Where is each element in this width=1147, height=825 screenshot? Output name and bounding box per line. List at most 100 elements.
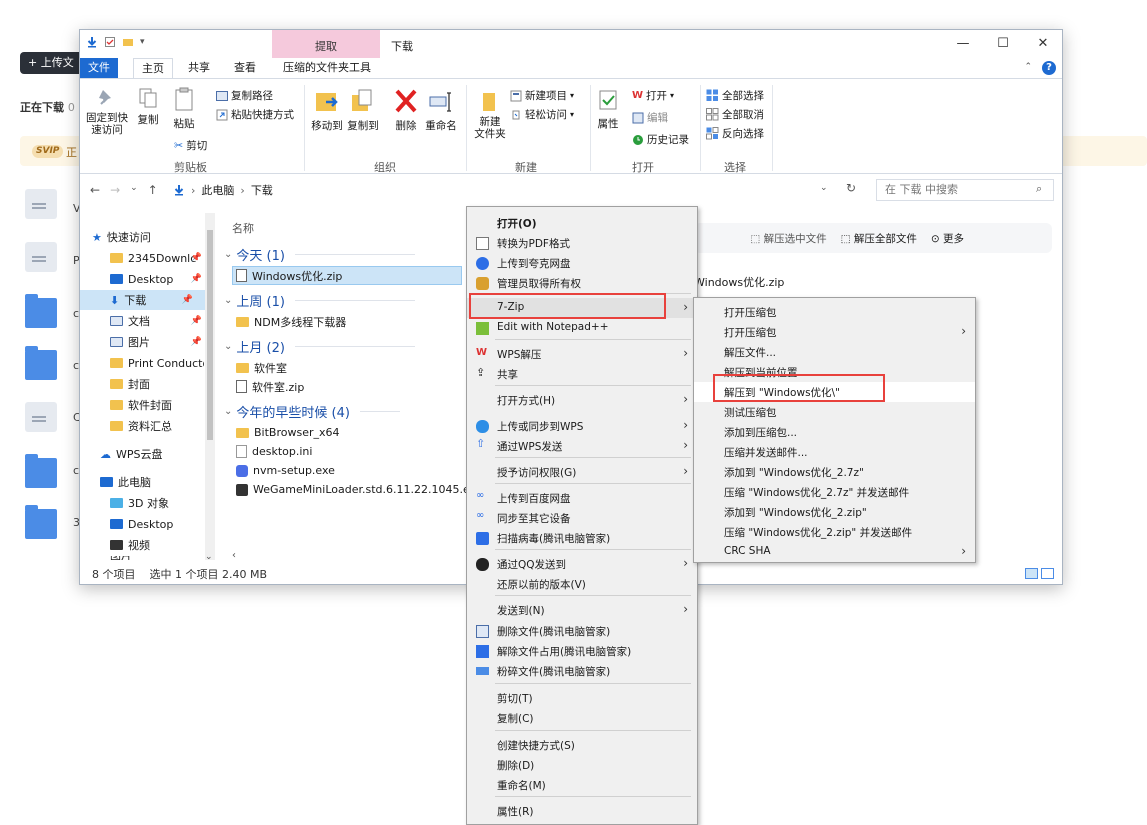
delete-button[interactable]: 删除	[392, 87, 420, 133]
file-item[interactable]: 软件室	[236, 358, 287, 377]
file-item[interactable]: NDM多线程下载器	[236, 312, 346, 331]
open-button[interactable]: W 打开 ▾	[632, 88, 674, 103]
extract-selected-button[interactable]: ⬚ 解压选中文件	[750, 231, 826, 246]
context-menu-item[interactable]: Edit with Notepad++	[467, 318, 697, 338]
submenu-item[interactable]: 解压到当前位置	[694, 362, 975, 382]
nav-pictures-pc[interactable]: 图片	[110, 556, 215, 560]
context-menu-item[interactable]: 扫描病毒(腾讯电脑管家)	[467, 528, 697, 548]
close-button[interactable]: ✕	[1028, 34, 1058, 54]
context-menu-item[interactable]: 管理员取得所有权	[467, 273, 697, 293]
context-menu-item[interactable]: 重命名(M)	[467, 775, 697, 795]
select-none-button[interactable]: 全部取消	[706, 107, 764, 122]
address-field[interactable]: › 此电脑 › 下载	[172, 179, 844, 201]
search-icon[interactable]: ⌕	[1036, 182, 1042, 196]
context-menu-item[interactable]: 7-Zip ›	[467, 298, 697, 318]
nav-wps-cloud[interactable]: ☁ WPS云盘	[100, 444, 215, 464]
context-menu-item[interactable]: 剪切(T)	[467, 688, 697, 708]
file-item[interactable]: 软件室.zip	[236, 377, 304, 396]
nav-item[interactable]: 2345Downlc 📌	[110, 248, 204, 268]
details-view-icon[interactable]	[1025, 568, 1038, 579]
file-item[interactable]: desktop.ini	[236, 442, 312, 461]
context-menu-item[interactable]: 上传或同步到WPS ›	[467, 416, 697, 436]
up-button[interactable]: ↑	[148, 183, 158, 197]
group-header-last-week[interactable]: ⌄ 上周 (1)	[224, 291, 415, 310]
group-header-last-month[interactable]: ⌄ 上月 (2)	[224, 337, 415, 356]
column-header-name[interactable]: 名称	[232, 220, 254, 236]
context-menu-item[interactable]: ⇧ 通过WPS发送 ›	[467, 436, 697, 456]
maximize-button[interactable]: ☐	[988, 34, 1018, 54]
recent-locations-button[interactable]: ⌄	[130, 183, 138, 197]
nav-item[interactable]: 封面	[110, 374, 204, 394]
nav-desktop[interactable]: Desktop	[110, 514, 215, 534]
address-dropdown-icon[interactable]: ⌄	[820, 183, 828, 193]
nav-scrollbar-thumb[interactable]	[207, 230, 213, 440]
context-menu-item[interactable]: 打开(O)	[467, 213, 697, 233]
context-menu-item[interactable]: 还原以前的版本(V)	[467, 574, 697, 594]
copy-path-button[interactable]: 复制路径	[216, 88, 273, 103]
copy-button[interactable]: 复制	[134, 87, 162, 127]
context-menu-item[interactable]: ∞ 同步至其它设备	[467, 508, 697, 528]
submenu-item[interactable]: 压缩并发送邮件...	[694, 442, 975, 462]
context-menu-item[interactable]: 打开方式(H) ›	[467, 390, 697, 410]
download-arrow-icon[interactable]	[86, 36, 98, 48]
nav-quick-access[interactable]: ★ 快速访问	[92, 227, 212, 247]
nav-videos[interactable]: 视频	[110, 535, 215, 555]
submenu-item[interactable]: 解压文件...	[694, 342, 975, 362]
new-item-button[interactable]: 新建项目 ▾	[510, 88, 574, 103]
file-item[interactable]: nvm-setup.exe	[236, 461, 335, 480]
paste-shortcut-button[interactable]: 粘贴快捷方式	[216, 107, 294, 122]
context-menu-item[interactable]: 属性(R)	[467, 801, 697, 821]
context-menu-item[interactable]: 通过QQ发送到 ›	[467, 554, 697, 574]
context-menu-item[interactable]: 上传到夸克网盘	[467, 253, 697, 273]
submenu-item[interactable]: 压缩 "Windows优化_2.zip" 并发送邮件	[694, 522, 975, 542]
search-input[interactable]: 在 下载 中搜索	[876, 179, 1054, 201]
copy-to-button[interactable]: 复制到	[346, 87, 380, 133]
help-icon[interactable]: ?	[1042, 61, 1056, 75]
submenu-item[interactable]: 添加到 "Windows优化_2.zip"	[694, 502, 975, 522]
properties-button[interactable]: 属性	[594, 87, 622, 131]
move-to-button[interactable]: 移动到	[310, 87, 344, 133]
tab-file[interactable]: 文件	[80, 58, 118, 78]
context-menu-item[interactable]: ∞ 上传到百度网盘	[467, 488, 697, 508]
submenu-item[interactable]: 解压到 "Windows优化\"	[694, 382, 975, 402]
submenu-item[interactable]: 打开压缩包	[694, 302, 975, 322]
tab-home[interactable]: 主页	[133, 58, 173, 79]
submenu-item[interactable]: CRC SHA ›	[694, 542, 975, 562]
submenu-item[interactable]: 压缩 "Windows优化_2.7z" 并发送邮件	[694, 482, 975, 502]
nav-this-pc[interactable]: 此电脑	[100, 472, 215, 492]
context-menu-item[interactable]: 发送到(N) ›	[467, 600, 697, 620]
context-menu-item[interactable]: 删除文件(腾讯电脑管家)	[467, 621, 697, 641]
nav-item-desktop[interactable]: Desktop 📌	[110, 269, 204, 289]
cut-button[interactable]: ✂ 剪切	[174, 138, 207, 153]
chevron-down-icon[interactable]: ⌄	[205, 552, 213, 562]
context-menu-item[interactable]: ⇪ 共享	[467, 364, 697, 384]
nav-item[interactable]: 软件封面	[110, 395, 204, 415]
back-button[interactable]: ←	[90, 183, 100, 197]
nav-item-downloads[interactable]: ⬇ 下载 📌	[80, 290, 205, 310]
new-folder-icon[interactable]	[122, 36, 134, 48]
file-item[interactable]: WeGameMiniLoader.std.6.11.22.1045.exe	[236, 480, 470, 499]
edit-button[interactable]: 编辑	[632, 110, 668, 125]
context-menu-item[interactable]: 创建快捷方式(S)	[467, 735, 697, 755]
nav-item-documents[interactable]: 文档 📌	[110, 311, 204, 331]
context-menu-item[interactable]: 删除(D)	[467, 755, 697, 775]
paste-button[interactable]: 粘贴	[170, 87, 198, 131]
large-icons-view-icon[interactable]	[1041, 568, 1054, 579]
submenu-item[interactable]: 添加到 "Windows优化_2.7z"	[694, 462, 975, 482]
context-menu-item[interactable]: 粉碎文件(腾讯电脑管家)	[467, 661, 697, 681]
nav-item[interactable]: 资料汇总	[110, 416, 204, 436]
chevron-down-icon[interactable]: ▾	[140, 37, 145, 47]
group-header-today[interactable]: ⌄ 今天 (1)	[224, 245, 415, 264]
tab-extract[interactable]: 提取	[272, 38, 380, 54]
invert-selection-button[interactable]: 反向选择	[706, 126, 764, 141]
nav-item-pictures[interactable]: 图片 📌	[110, 332, 204, 352]
file-item[interactable]: Windows优化.zip	[232, 266, 462, 285]
collapse-ribbon-icon[interactable]: ⌃	[1024, 62, 1032, 72]
minimize-button[interactable]: —	[948, 34, 978, 54]
history-button[interactable]: 历史记录	[632, 132, 689, 147]
nav-item[interactable]: Print Conducto	[110, 353, 204, 373]
submenu-item[interactable]: 打开压缩包 ›	[694, 322, 975, 342]
context-menu-item[interactable]: 转换为PDF格式	[467, 233, 697, 253]
properties-icon[interactable]	[104, 36, 116, 48]
tab-share[interactable]: 共享	[180, 58, 218, 78]
